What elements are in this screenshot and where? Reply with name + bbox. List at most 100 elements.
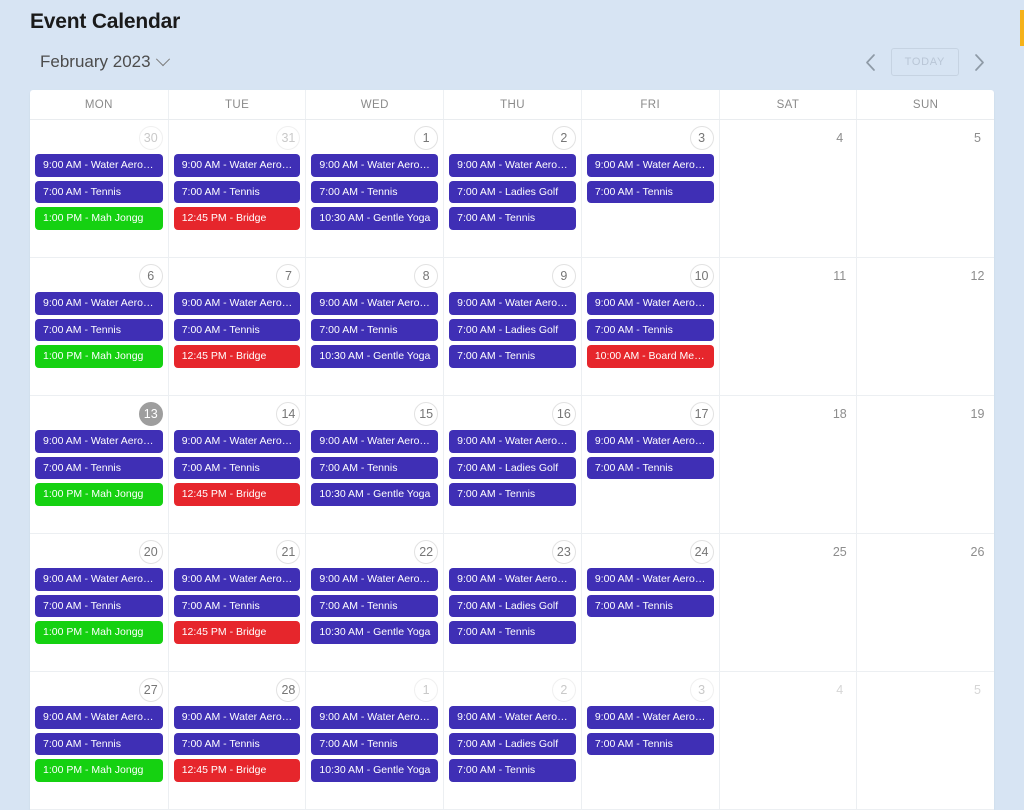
- calendar-event[interactable]: 9:00 AM - Water Aerobics: [173, 430, 301, 453]
- day-number[interactable]: 19: [968, 402, 989, 426]
- calendar-event[interactable]: 7:00 AM - Tennis: [311, 180, 439, 203]
- day-number[interactable]: 17: [689, 402, 714, 426]
- calendar-event[interactable]: 1:00 PM - Mah Jongg: [35, 207, 163, 230]
- day-number[interactable]: 4: [831, 678, 852, 702]
- calendar-event[interactable]: 7:00 AM - Tennis: [586, 180, 714, 203]
- calendar-event[interactable]: 10:00 AM - Board Meeting: [586, 345, 714, 368]
- day-cell[interactable]: 28 9:00 AM - Water Aerobics 7:00 AM - Tenn…: [167, 672, 306, 809]
- day-cell[interactable]: 7 9:00 AM - Water Aerobics 7:00 AM - Tenni…: [167, 258, 306, 395]
- day-number[interactable]: 24: [689, 540, 714, 564]
- calendar-event[interactable]: 7:00 AM - Tennis: [586, 732, 714, 755]
- day-number[interactable]: 7: [276, 264, 301, 288]
- day-number[interactable]: 25: [831, 540, 852, 564]
- calendar-event[interactable]: 7:00 AM - Tennis: [173, 594, 301, 617]
- calendar-event[interactable]: 9:00 AM - Water Aerobics: [586, 568, 714, 591]
- calendar-event[interactable]: 7:00 AM - Tennis: [173, 732, 301, 755]
- calendar-event[interactable]: 9:00 AM - Water Aerobics: [311, 568, 439, 591]
- calendar-event[interactable]: 7:00 AM - Tennis: [173, 180, 301, 203]
- calendar-event[interactable]: 9:00 AM - Water Aerobics: [586, 292, 714, 315]
- calendar-event[interactable]: 9:00 AM - Water Aerobics: [311, 292, 439, 315]
- day-cell[interactable]: 19: [856, 396, 994, 533]
- calendar-event[interactable]: 9:00 AM - Water Aerobics: [35, 292, 163, 315]
- day-number[interactable]: 10: [689, 264, 714, 288]
- day-cell[interactable]: 12: [856, 258, 994, 395]
- day-number[interactable]: 1: [414, 678, 439, 702]
- calendar-event[interactable]: 7:00 AM - Ladies Golf: [449, 456, 576, 479]
- next-month-button[interactable]: [964, 47, 994, 77]
- calendar-event[interactable]: 12:45 PM - Bridge: [173, 483, 301, 506]
- day-number[interactable]: 4: [831, 126, 852, 150]
- calendar-event[interactable]: 10:30 AM - Gentle Yoga: [311, 483, 439, 506]
- calendar-event[interactable]: 9:00 AM - Water Aerobics: [173, 568, 301, 591]
- day-cell[interactable]: 21 9:00 AM - Water Aerobics 7:00 AM - Tenn…: [167, 534, 306, 671]
- calendar-event[interactable]: 9:00 AM - Water Aerobics: [586, 154, 714, 177]
- calendar-event[interactable]: 7:00 AM - Ladies Golf: [449, 180, 576, 203]
- day-number[interactable]: 11: [831, 264, 852, 288]
- calendar-event[interactable]: 7:00 AM - Tennis: [449, 345, 576, 368]
- day-number[interactable]: 9: [551, 264, 576, 288]
- calendar-event[interactable]: 1:00 PM - Mah Jongg: [35, 759, 163, 782]
- calendar-event[interactable]: 9:00 AM - Water Aerobics: [449, 292, 576, 315]
- day-number-today[interactable]: 13: [138, 402, 163, 426]
- day-number[interactable]: 23: [551, 540, 576, 564]
- day-number[interactable]: 22: [414, 540, 439, 564]
- calendar-event[interactable]: 12:45 PM - Bridge: [173, 759, 301, 782]
- calendar-event[interactable]: 9:00 AM - Water Aerobics: [449, 568, 576, 591]
- day-cell[interactable]: 9 9:00 AM - Water Aerobics 7:00 AM - Ladie…: [443, 258, 581, 395]
- day-cell[interactable]: 4: [718, 672, 857, 809]
- day-cell[interactable]: 22 9:00 AM - Water Aerobics 7:00 AM - Tenn…: [305, 534, 444, 671]
- calendar-event[interactable]: 7:00 AM - Tennis: [35, 594, 163, 617]
- day-cell[interactable]: 20 9:00 AM - Water Aerobics 7:00 AM - Tenn…: [30, 534, 168, 671]
- day-cell[interactable]: 3 9:00 AM - Water Aerobics 7:00 AM - Tenni…: [580, 672, 719, 809]
- calendar-event[interactable]: 7:00 AM - Tennis: [449, 207, 576, 230]
- month-picker[interactable]: February 2023: [40, 52, 170, 72]
- day-number[interactable]: 31: [276, 126, 301, 150]
- day-number[interactable]: 3: [689, 678, 714, 702]
- calendar-event[interactable]: 9:00 AM - Water Aerobics: [586, 430, 714, 453]
- day-cell[interactable]: 15 9:00 AM - Water Aerobics 7:00 AM - Tenn…: [305, 396, 444, 533]
- day-number[interactable]: 15: [414, 402, 439, 426]
- day-cell[interactable]: 10 9:00 AM - Water Aerobics 7:00 AM - Tenn…: [580, 258, 719, 395]
- day-number[interactable]: 1: [414, 126, 439, 150]
- calendar-event[interactable]: 7:00 AM - Tennis: [449, 759, 576, 782]
- day-cell[interactable]: 8 9:00 AM - Water Aerobics 7:00 AM - Tenni…: [305, 258, 444, 395]
- calendar-event[interactable]: 12:45 PM - Bridge: [173, 621, 301, 644]
- day-number[interactable]: 21: [276, 540, 301, 564]
- calendar-event[interactable]: 9:00 AM - Water Aerobics: [35, 706, 163, 729]
- day-number[interactable]: 5: [968, 678, 989, 702]
- calendar-event[interactable]: 9:00 AM - Water Aerobics: [35, 568, 163, 591]
- day-cell[interactable]: 17 9:00 AM - Water Aerobics 7:00 AM - Tenn…: [580, 396, 719, 533]
- day-cell[interactable]: 16 9:00 AM - Water Aerobics 7:00 AM - Ladi…: [443, 396, 581, 533]
- day-number[interactable]: 28: [276, 678, 301, 702]
- day-cell[interactable]: 24 9:00 AM - Water Aerobics 7:00 AM - Tenn…: [580, 534, 719, 671]
- calendar-event[interactable]: 1:00 PM - Mah Jongg: [35, 345, 163, 368]
- calendar-event[interactable]: 7:00 AM - Tennis: [35, 180, 163, 203]
- calendar-event[interactable]: 9:00 AM - Water Aerobics: [35, 430, 163, 453]
- calendar-event[interactable]: 9:00 AM - Water Aerobics: [311, 154, 439, 177]
- calendar-event[interactable]: 7:00 AM - Tennis: [173, 456, 301, 479]
- calendar-event[interactable]: 9:00 AM - Water Aerobics: [173, 154, 301, 177]
- day-number[interactable]: 18: [831, 402, 852, 426]
- prev-month-button[interactable]: [856, 47, 886, 77]
- calendar-event[interactable]: 9:00 AM - Water Aerobics: [311, 706, 439, 729]
- calendar-event[interactable]: 7:00 AM - Tennis: [35, 732, 163, 755]
- calendar-event[interactable]: 10:30 AM - Gentle Yoga: [311, 207, 439, 230]
- calendar-event[interactable]: 7:00 AM - Tennis: [35, 318, 163, 341]
- day-cell[interactable]: 25: [718, 534, 857, 671]
- day-cell[interactable]: 14 9:00 AM - Water Aerobics 7:00 AM - Tenn…: [167, 396, 306, 533]
- day-cell[interactable]: 18: [718, 396, 857, 533]
- day-cell[interactable]: 3 9:00 AM - Water Aerobics 7:00 AM - Tenni…: [580, 120, 719, 257]
- calendar-event[interactable]: 7:00 AM - Tennis: [311, 318, 439, 341]
- calendar-event[interactable]: 10:30 AM - Gentle Yoga: [311, 759, 439, 782]
- calendar-event[interactable]: 7:00 AM - Tennis: [586, 594, 714, 617]
- day-number[interactable]: 12: [968, 264, 989, 288]
- calendar-event[interactable]: 7:00 AM - Ladies Golf: [449, 318, 576, 341]
- calendar-event[interactable]: 7:00 AM - Tennis: [586, 456, 714, 479]
- day-cell[interactable]: 6 9:00 AM - Water Aerobics 7:00 AM - Tenni…: [30, 258, 168, 395]
- day-number[interactable]: 27: [138, 678, 163, 702]
- calendar-event[interactable]: 7:00 AM - Tennis: [586, 318, 714, 341]
- day-cell[interactable]: 5: [856, 672, 994, 809]
- calendar-event[interactable]: 7:00 AM - Ladies Golf: [449, 732, 576, 755]
- day-number[interactable]: 16: [551, 402, 576, 426]
- calendar-event[interactable]: 9:00 AM - Water Aerobics: [586, 706, 714, 729]
